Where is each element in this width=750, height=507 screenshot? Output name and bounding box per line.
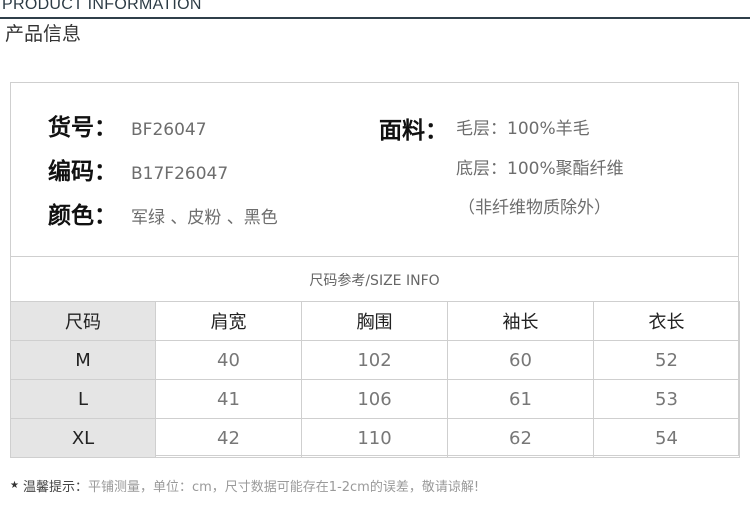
table-row: XL 42 110 62 54 bbox=[10, 418, 740, 458]
shoulder-cell: 42 bbox=[155, 418, 302, 458]
sleeve-cell: 62 bbox=[447, 418, 594, 458]
star-icon: ★ bbox=[10, 480, 19, 491]
color-label: 颜色： bbox=[48, 203, 117, 229]
size-info-caption: 尺码参考/SIZE INFO bbox=[11, 256, 738, 302]
sleeve-cell: 61 bbox=[447, 379, 594, 419]
fabric-outer-layer: 毛层：100%羊毛 bbox=[456, 119, 590, 139]
color-value: 军绿 、皮粉 、黑色 bbox=[131, 208, 278, 228]
length-cell: 54 bbox=[593, 418, 740, 458]
sleeve-cell: 60 bbox=[447, 340, 594, 380]
size-table: 尺码 肩宽 胸围 袖长 衣长 M 40 102 60 52 L 41 106 6… bbox=[10, 301, 740, 458]
item-number-value: BF26047 bbox=[131, 120, 207, 140]
bust-cell: 106 bbox=[301, 379, 448, 419]
section-divider bbox=[0, 17, 750, 19]
measurement-note: ★ 温馨提示： 平铺测量，单位：cm，尺寸数据可能存在1-2cm的误差，敬请谅解… bbox=[10, 476, 479, 495]
note-heading: 温馨提示： bbox=[22, 480, 88, 495]
size-cell: XL bbox=[10, 418, 156, 458]
size-cell: M bbox=[10, 340, 156, 380]
size-cell: L bbox=[10, 379, 156, 419]
table-row: M 40 102 60 52 bbox=[10, 340, 740, 380]
code-value: B17F26047 bbox=[131, 164, 229, 184]
fabric-inner-layer: 底层：100%聚酯纤维 bbox=[456, 159, 624, 179]
header-shoulder: 肩宽 bbox=[155, 301, 302, 341]
section-title-cn: 产品信息 bbox=[5, 23, 82, 45]
bust-cell: 102 bbox=[301, 340, 448, 380]
header-bust: 胸围 bbox=[301, 301, 448, 341]
item-number-label: 货号： bbox=[48, 115, 117, 141]
fabric-field: 面料： bbox=[379, 111, 448, 145]
shoulder-cell: 40 bbox=[155, 340, 302, 380]
size-table-header-row: 尺码 肩宽 胸围 袖长 衣长 bbox=[10, 301, 740, 341]
header-length: 衣长 bbox=[593, 301, 740, 341]
fabric-label: 面料： bbox=[379, 118, 448, 144]
section-title-en: PRODUCT INFORMATION bbox=[2, 0, 202, 13]
bust-cell: 110 bbox=[301, 418, 448, 458]
table-row: L 41 106 61 53 bbox=[10, 379, 740, 419]
length-cell: 52 bbox=[593, 340, 740, 380]
item-number-field: 货号： BF26047 bbox=[48, 108, 207, 142]
color-field: 颜色： 军绿 、皮粉 、黑色 bbox=[48, 196, 278, 230]
note-text: 平铺测量，单位：cm，尺寸数据可能存在1-2cm的误差，敬请谅解! bbox=[87, 480, 480, 495]
product-info-card: 货号： BF26047 编码： B17F26047 颜色： 军绿 、皮粉 、黑色… bbox=[10, 82, 740, 458]
header-size: 尺码 bbox=[10, 301, 156, 341]
header-sleeve: 袖长 bbox=[447, 301, 594, 341]
length-cell: 53 bbox=[593, 379, 740, 419]
shoulder-cell: 41 bbox=[155, 379, 302, 419]
code-field: 编码： B17F26047 bbox=[48, 152, 228, 186]
code-label: 编码： bbox=[48, 159, 117, 185]
product-attributes: 货号： BF26047 编码： B17F26047 颜色： 军绿 、皮粉 、黑色… bbox=[11, 83, 738, 256]
fabric-exclusion-note: （非纤维物质除外） bbox=[458, 198, 611, 218]
